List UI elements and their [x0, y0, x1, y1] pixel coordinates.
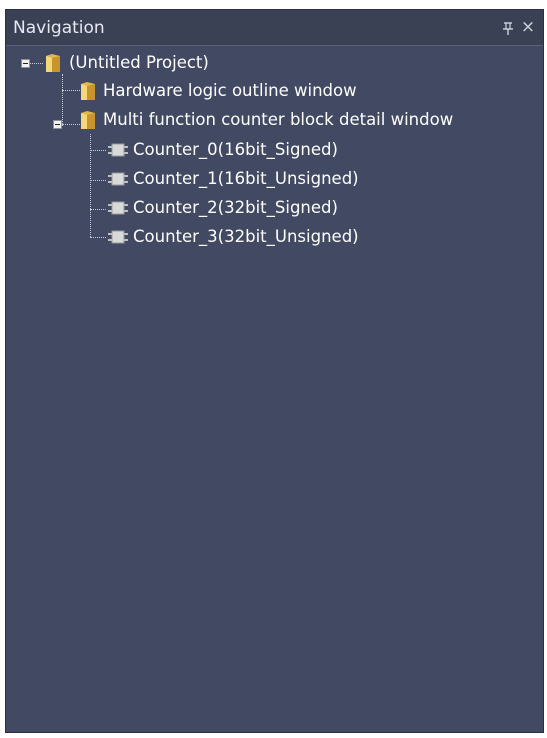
tree-item-counter-1[interactable]: Counter_1(16bit_Unsigned) — [6, 165, 545, 193]
navigation-panel: Navigation × (Untitled Project) Hardware… — [5, 9, 544, 733]
tree-item-counter-3[interactable]: Counter_3(32bit_Unsigned) — [6, 223, 545, 251]
project-tree: (Untitled Project) Hardware logic outlin… — [6, 46, 543, 732]
tree-item-multi-function-counter[interactable]: Multi function counter block detail wind… — [6, 106, 545, 134]
tree-item-hardware-logic-outline[interactable]: Hardware logic outline window — [6, 77, 545, 105]
close-icon[interactable]: × — [519, 10, 537, 46]
tree-item-label: Counter_2(32bit_Signed) — [133, 198, 338, 217]
counter-chip-icon — [108, 230, 128, 244]
collapse-toggle-icon[interactable] — [21, 59, 30, 68]
tree-item-label: Counter_1(16bit_Unsigned) — [133, 169, 359, 188]
folder-icon — [81, 111, 95, 129]
tree-item-label: Multi function counter block detail wind… — [103, 110, 454, 129]
folder-icon — [46, 54, 60, 72]
counter-chip-icon — [108, 172, 128, 186]
tree-item-counter-2[interactable]: Counter_2(32bit_Signed) — [6, 194, 545, 222]
tree-item-label: Hardware logic outline window — [103, 81, 357, 100]
tree-item-label: Counter_0(16bit_Signed) — [133, 140, 338, 159]
panel-titlebar: Navigation × — [6, 10, 543, 46]
tree-item-counter-0[interactable]: Counter_0(16bit_Signed) — [6, 136, 545, 164]
folder-icon — [81, 82, 95, 100]
counter-chip-icon — [108, 143, 128, 157]
pin-icon[interactable] — [500, 10, 516, 46]
tree-root-node[interactable]: (Untitled Project) — [6, 49, 545, 77]
tree-item-label: Counter_3(32bit_Unsigned) — [133, 227, 359, 246]
counter-chip-icon — [108, 201, 128, 215]
tree-item-label: (Untitled Project) — [69, 53, 209, 72]
panel-title: Navigation — [13, 18, 105, 38]
collapse-toggle-icon[interactable] — [53, 120, 62, 129]
